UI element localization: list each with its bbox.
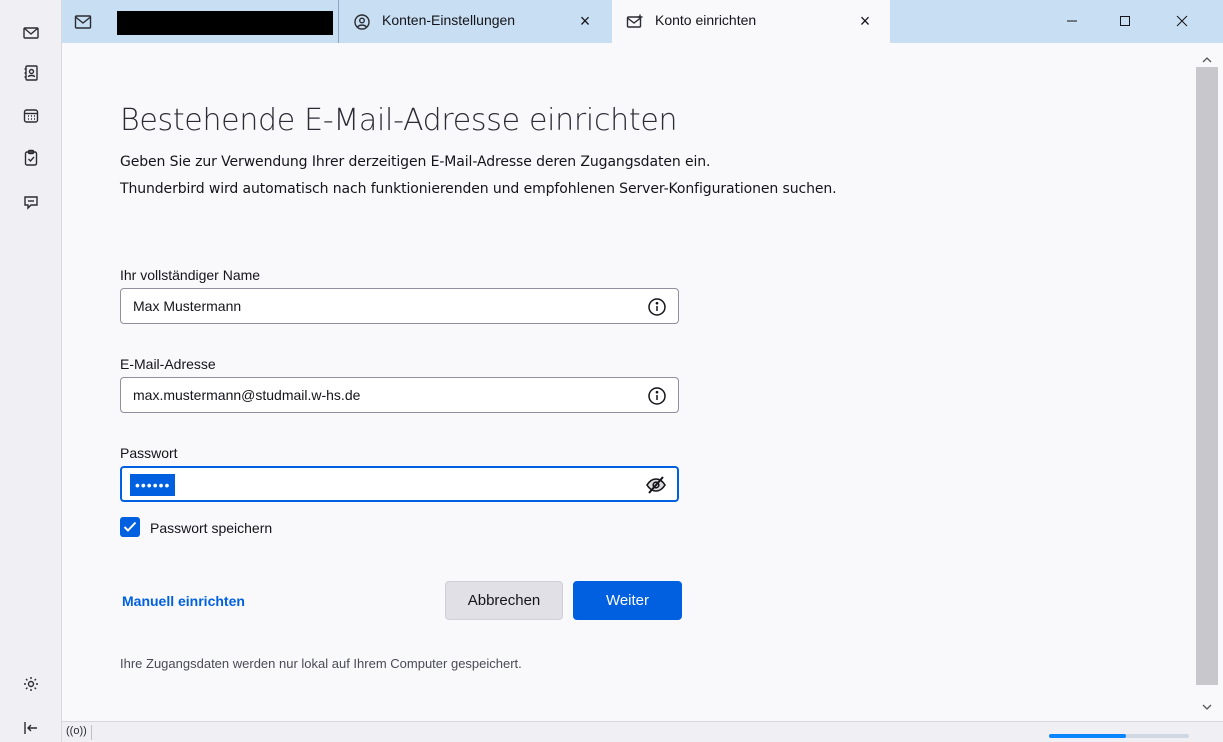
progress-bar: [1049, 734, 1189, 738]
gear-icon[interactable]: [19, 672, 43, 696]
tab-account-settings[interactable]: Konten-Einstellungen ×: [338, 0, 610, 43]
remember-password-checkbox[interactable]: [120, 517, 140, 537]
mail-tab-icon: [74, 14, 92, 33]
online-status-icon[interactable]: ((o)): [66, 725, 87, 737]
close-window-button[interactable]: [1162, 4, 1202, 38]
tab-redacted[interactable]: [62, 0, 338, 43]
collapse-icon[interactable]: [19, 716, 43, 740]
remember-password-label[interactable]: Passwort speichern: [150, 520, 272, 536]
info-icon[interactable]: [646, 385, 668, 407]
account-setup-icon: [626, 13, 644, 31]
intro-text-line2: Thunderbird wird automatisch nach funkti…: [120, 181, 837, 197]
account-settings-icon: [353, 13, 371, 31]
tab-account-setup[interactable]: Konto einrichten ×: [612, 0, 890, 43]
minimize-button[interactable]: [1052, 4, 1092, 38]
next-button[interactable]: Weiter: [573, 581, 682, 620]
tab-bar: Konten-Einstellungen × Konto einrichten …: [62, 0, 1223, 43]
scrollbar-thumb[interactable]: [1196, 67, 1218, 685]
calendar-icon[interactable]: [19, 104, 43, 128]
address-book-icon[interactable]: [19, 61, 43, 85]
name-label: Ihr vollständiger Name: [120, 267, 261, 283]
name-field[interactable]: Max Mustermann: [120, 288, 679, 324]
scroll-down-icon[interactable]: [1198, 698, 1216, 716]
password-label: Passwort: [120, 445, 178, 461]
tab-label: Konten-Einstellungen: [382, 12, 516, 28]
close-icon[interactable]: ×: [574, 10, 596, 32]
privacy-note: Ihre Zugangsdaten werden nur lokal auf I…: [120, 656, 522, 671]
eye-slash-icon[interactable]: [645, 474, 667, 496]
email-value: max.mustermann@studmail.w-hs.de: [133, 387, 361, 403]
manual-setup-link[interactable]: Manuell einrichten: [122, 593, 245, 609]
password-value: ••••••: [130, 474, 176, 496]
spaces-toolbar: [0, 0, 62, 742]
status-bar: ((o)): [62, 721, 1223, 742]
chat-icon[interactable]: [19, 190, 43, 214]
tab-label: Konto einrichten: [655, 12, 757, 28]
password-field[interactable]: ••••••: [120, 466, 679, 502]
info-icon[interactable]: [646, 296, 668, 318]
email-field[interactable]: max.mustermann@studmail.w-hs.de: [120, 377, 679, 413]
mail-icon[interactable]: [19, 21, 43, 45]
cancel-button[interactable]: Abbrechen: [445, 581, 563, 620]
maximize-button[interactable]: [1105, 4, 1145, 38]
email-label: E-Mail-Adresse: [120, 356, 216, 372]
tasks-icon[interactable]: [19, 146, 43, 170]
scroll-up-icon[interactable]: [1198, 51, 1216, 69]
progress-fill: [1049, 734, 1126, 738]
status-divider: [91, 725, 92, 740]
page-title: Bestehende E-Mail-Adresse einrichten: [120, 103, 678, 138]
close-icon[interactable]: ×: [854, 10, 876, 32]
redacted-label: [117, 11, 333, 35]
name-value: Max Mustermann: [133, 298, 242, 314]
intro-text-line1: Geben Sie zur Verwendung Ihrer derzeitig…: [120, 154, 711, 170]
